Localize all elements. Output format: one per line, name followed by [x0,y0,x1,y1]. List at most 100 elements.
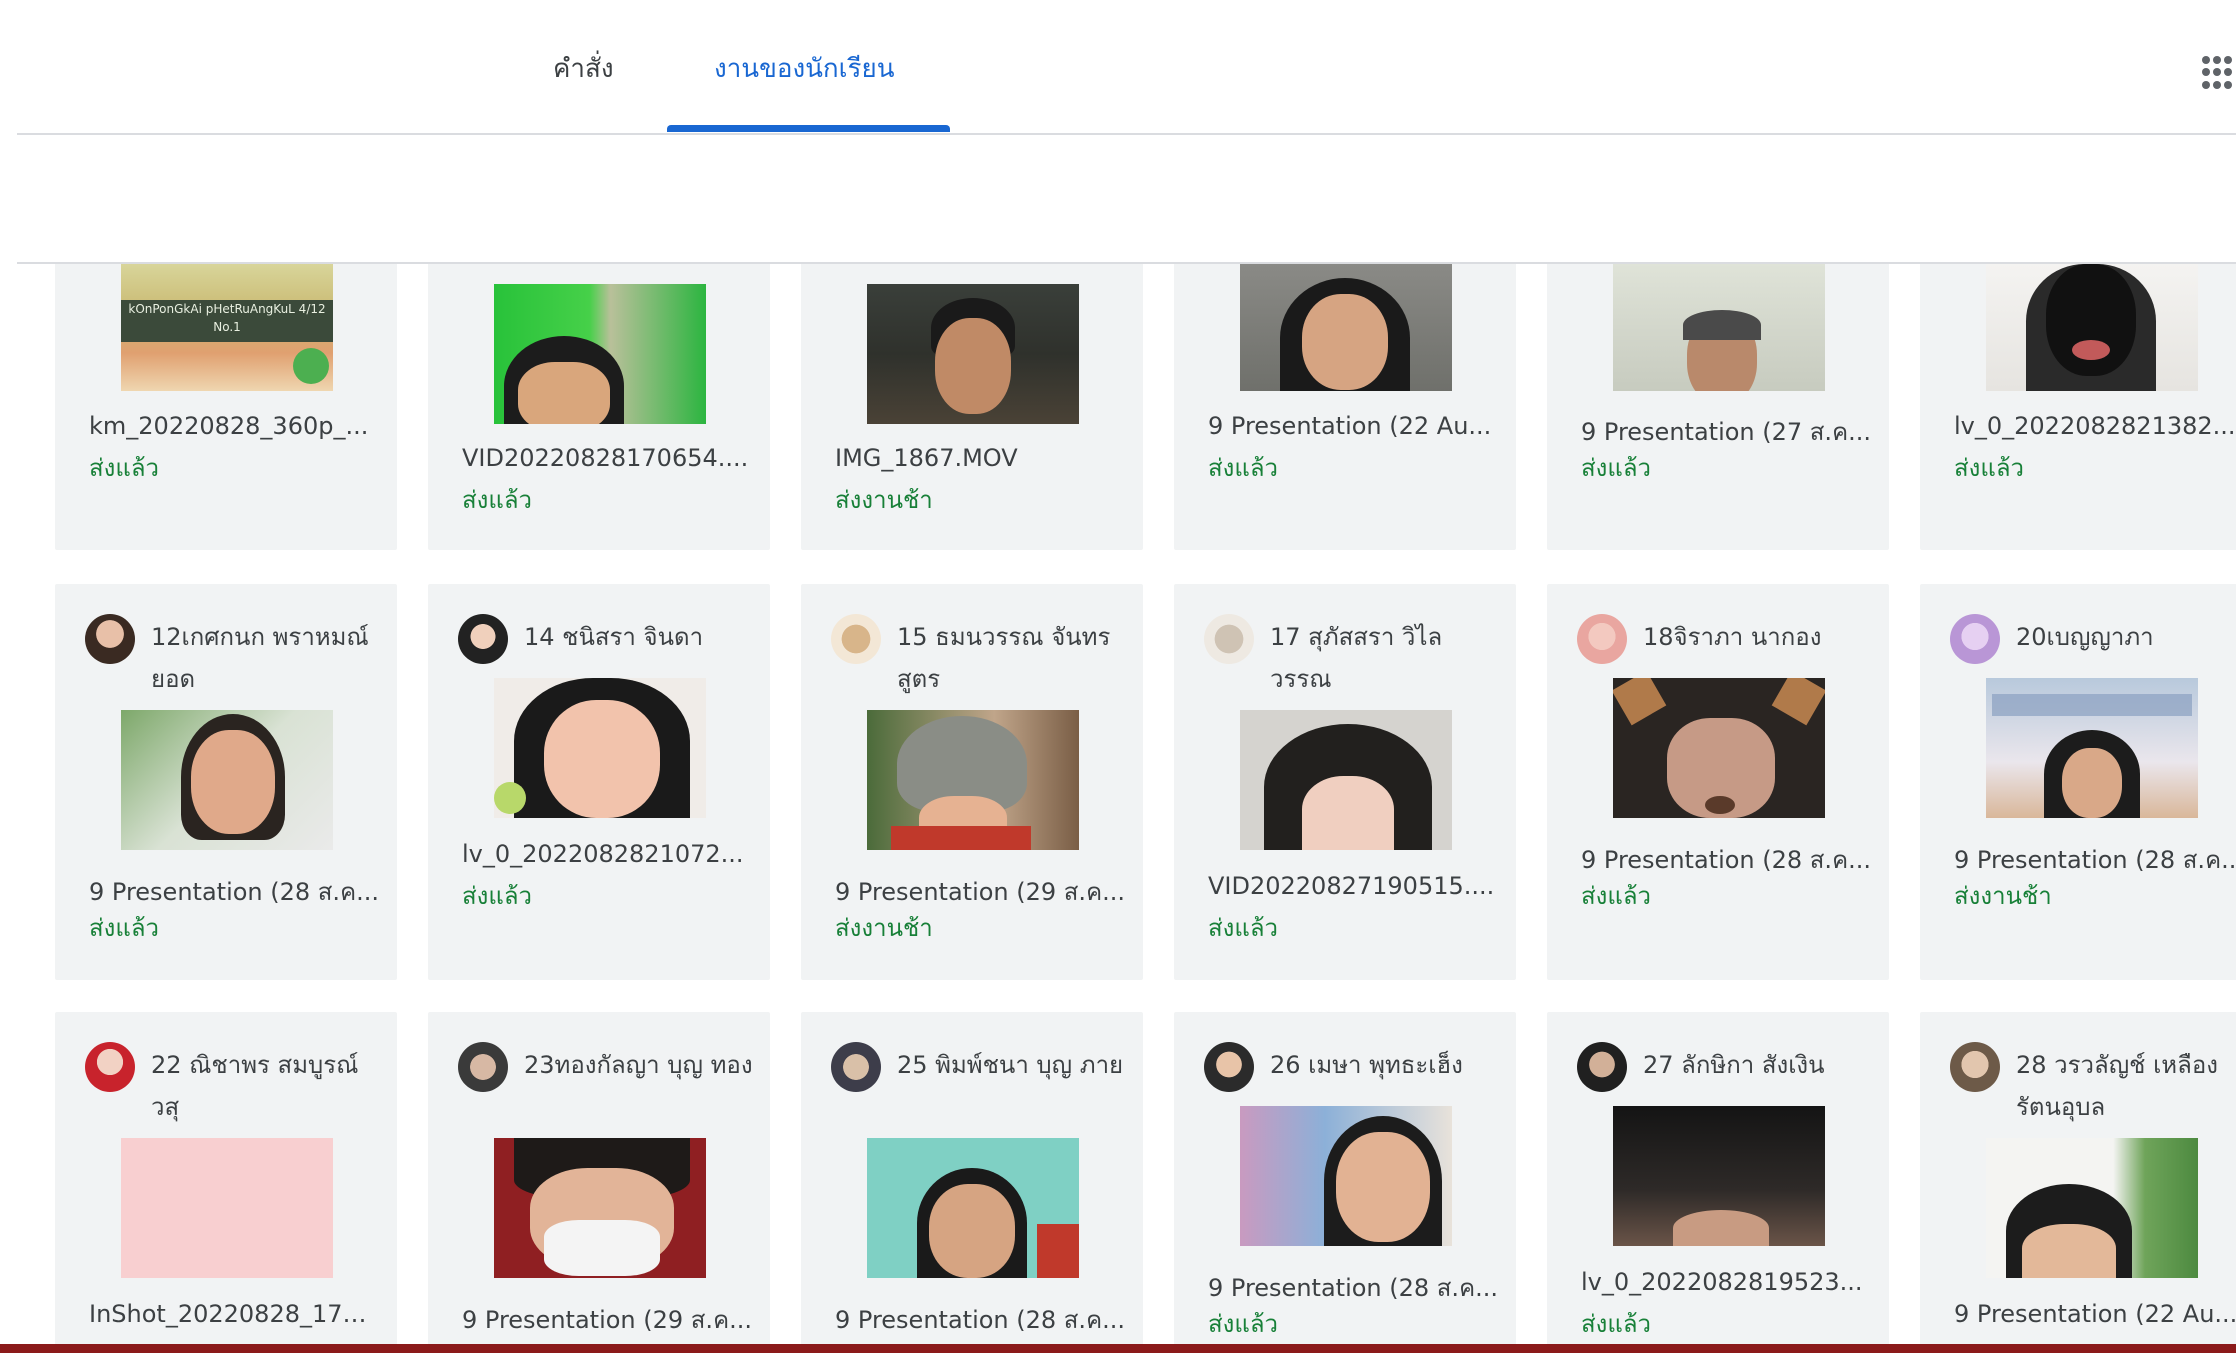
file-name[interactable]: 9 Presentation (22 Au... [1208,412,1498,440]
apps-grid-icon[interactable] [2202,56,2236,90]
student-name: 14 ชนิสรา จินดา [524,623,704,651]
student-name: 12เกศกนก พราหมณ์ยอด [151,623,369,693]
video-thumbnail [867,284,1079,424]
file-name[interactable]: 9 Presentation (28 ส.ค... [1208,1268,1498,1307]
file-name[interactable]: 9 Presentation (28 ส.ค... [835,1300,1125,1339]
submission-card[interactable]: 26 เมษา พุทธะเฮ็ง 9 Presentation (28 ส.ค… [1174,1012,1516,1344]
student-header: 23ทองกัลญา บุญ ทอง [458,1042,758,1122]
student-avatar [1577,614,1627,664]
thumbnail-caption: kOnPonGkAi pHetRuAngKuL 4/12 No.1 [121,300,333,342]
status-label: ส่งงานช้า [835,914,933,942]
submission-card[interactable]: 9 Presentation (27 ส.ค... ส่งแล้ว [1547,264,1889,550]
student-name: 23ทองกัลญา บุญ ทอง [524,1051,753,1079]
submission-card[interactable]: 12เกศกนก พราหมณ์ยอด 9 Presentation (28 ส… [55,584,397,980]
tab-instructions[interactable]: คำสั่ง [553,48,614,89]
file-name[interactable]: 9 Presentation (29 ส.ค... [462,1300,752,1339]
student-avatar [831,614,881,664]
status-label: ส่งแล้ว [462,882,533,910]
status-label: ส่งแล้ว [1208,1310,1279,1338]
submission-card[interactable]: 14 ชนิสรา จินดา lv_0_2022082821072... ส่… [428,584,770,980]
student-avatar [85,1042,135,1092]
file-name[interactable]: 9 Presentation (22 Au... [1954,1300,2236,1328]
submission-card[interactable]: 15 ธมนวรรณ จันทร สูตร 9 Presentation (29… [801,584,1143,980]
status-label: ส่งแล้ว [1581,454,1652,482]
student-avatar [458,1042,508,1092]
submission-card[interactable]: 22 ณิชาพร สมบูรณ์ วสุ InShot_20220828_17… [55,1012,397,1344]
sticker-icon [293,348,329,384]
bottom-edge-bar [0,1344,2236,1353]
submission-card[interactable]: 20เบญญาภา 9 Presentation (28 ส.ค... ส่งง… [1920,584,2236,980]
status-label: ส่งแล้ว [1581,1310,1652,1338]
video-thumbnail [1240,1106,1452,1246]
file-name[interactable]: VID20220827190515.... [1208,872,1498,900]
file-name[interactable]: km_20220828_360p_... [89,412,379,440]
file-name[interactable]: 9 Presentation (28 ส.ค... [1954,840,2236,879]
student-name: 22 ณิชาพร สมบูรณ์ วสุ [151,1051,359,1121]
video-thumbnail [1986,678,2198,818]
submission-card[interactable]: 9 Presentation (22 Au... ส่งแล้ว [1174,264,1516,550]
submission-card[interactable]: 18จิราภา นากอง 9 Presentation (28 ส.ค...… [1547,584,1889,980]
file-name[interactable]: 9 Presentation (28 ส.ค... [1581,840,1871,879]
student-avatar [1950,1042,2000,1092]
student-avatar [1204,1042,1254,1092]
file-name[interactable]: lv_0_2022082821382... [1954,412,2236,440]
file-name[interactable]: IMG_1867.MOV [835,444,1125,472]
student-header: 15 ธมนวรรณ จันทร สูตร [831,614,1131,694]
student-name: 20เบญญาภา [2016,623,2154,651]
file-name[interactable]: lv_0_2022082821072... [462,840,752,868]
status-label: ส่งงานช้า [1954,882,2052,910]
student-name: 28 วรวลัญช์ เหลือง รัตนอุบล [2016,1051,2218,1121]
tab-student-work[interactable]: งานของนักเรียน [714,48,895,89]
file-name[interactable]: 9 Presentation (27 ส.ค... [1581,412,1871,451]
video-thumbnail [1613,678,1825,818]
submission-card[interactable]: kOnPonGkAi pHetRuAngKuL 4/12 No.1 km_202… [55,264,397,550]
sticker-icon [494,782,526,814]
student-avatar [1204,614,1254,664]
video-thumbnail [121,1138,333,1278]
student-name: 17 สุภัสสรา วิไล วรรณ [1270,623,1443,693]
video-thumbnail [494,1138,706,1278]
file-name[interactable]: 9 Presentation (29 ส.ค... [835,872,1125,911]
student-name: 25 พิมพ์ชนา บุญ ภาย [897,1051,1124,1079]
file-name[interactable]: InShot_20220828_170... [89,1300,379,1328]
student-header: 28 วรวลัญช์ เหลือง รัตนอุบล [1950,1042,2236,1122]
file-name[interactable]: lv_0_2022082819523... [1581,1268,1871,1296]
submission-card[interactable]: 27 ลักษิกา สังเงิน lv_0_2022082819523...… [1547,1012,1889,1344]
submission-card[interactable]: IMG_1867.MOV ส่งงานช้า [801,264,1143,550]
status-label: ส่งแล้ว [89,914,160,942]
submissions-grid: kOnPonGkAi pHetRuAngKuL 4/12 No.1 km_202… [0,264,2236,1344]
student-name: 18จิราภา นากอง [1643,623,1822,651]
submission-card[interactable]: 25 พิมพ์ชนา บุญ ภาย 9 Presentation (28 ส… [801,1012,1143,1344]
submission-card[interactable]: lv_0_2022082821382... ส่งแล้ว [1920,264,2236,550]
video-thumbnail [494,678,706,818]
video-thumbnail [1240,264,1452,391]
status-label: ส่งแล้ว [89,454,160,482]
status-label: ส่งแล้ว [462,486,533,514]
toolbar-band [0,136,2236,262]
video-thumbnail [1240,710,1452,850]
submission-card[interactable]: 23ทองกัลญา บุญ ทอง 9 Presentation (29 ส.… [428,1012,770,1344]
video-thumbnail [1986,1138,2198,1278]
video-thumbnail [1613,1106,1825,1246]
student-name: 27 ลักษิกา สังเงิน [1643,1051,1825,1079]
video-thumbnail [1986,264,2198,391]
student-avatar [1950,614,2000,664]
student-header: 22 ณิชาพร สมบูรณ์ วสุ [85,1042,385,1122]
face-mask [544,1220,660,1276]
student-header: 12เกศกนก พราหมณ์ยอด [85,614,385,694]
status-label: ส่งแล้ว [1581,882,1652,910]
video-thumbnail [1613,264,1825,391]
video-thumbnail [494,284,706,424]
submission-card[interactable]: VID20220828170654.... ส่งแล้ว [428,264,770,550]
file-name[interactable]: VID20220828170654.... [462,444,752,472]
file-name[interactable]: 9 Presentation (28 ส.ค... [89,872,379,911]
student-avatar [458,614,508,664]
student-name: 26 เมษา พุทธะเฮ็ง [1270,1051,1463,1079]
submission-card[interactable]: 28 วรวลัญช์ เหลือง รัตนอุบล 9 Presentati… [1920,1012,2236,1344]
active-tab-indicator [667,125,950,132]
submission-card[interactable]: 17 สุภัสสรา วิไล วรรณ VID20220827190515.… [1174,584,1516,980]
thumbnail-caption-bar [1992,694,2192,716]
video-thumbnail [121,710,333,850]
video-thumbnail [867,710,1079,850]
student-header: 25 พิมพ์ชนา บุญ ภาย [831,1042,1131,1122]
